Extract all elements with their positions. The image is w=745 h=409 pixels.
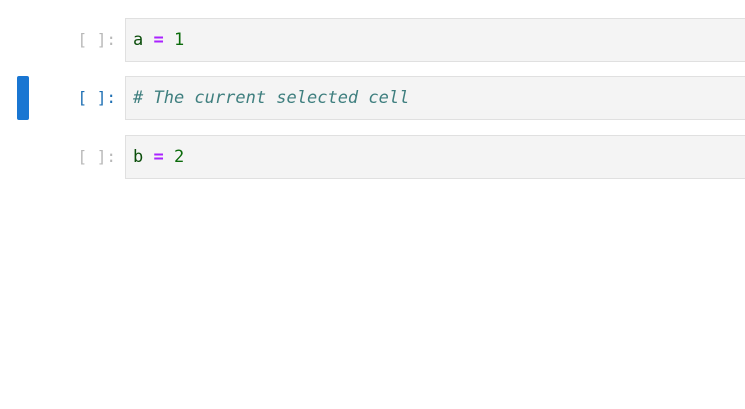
input-prompt: [ ]: — [77, 30, 116, 49]
code-operator: = — [153, 30, 164, 50]
cell-editor[interactable]: # The current selected cell — [125, 76, 745, 120]
code-line: b = 2 — [133, 136, 184, 178]
cell-editor[interactable]: a = 1 — [125, 18, 745, 62]
notebook-panel: [ ]: a = 1 [ ]: # The current selected c… — [0, 0, 745, 409]
cell-collapser[interactable] — [17, 135, 29, 179]
code-line: a = 1 — [133, 19, 184, 61]
code-number: 1 — [174, 30, 185, 50]
code-line: # The current selected cell — [133, 77, 409, 119]
cell-collapser-active[interactable] — [17, 76, 29, 120]
code-variable: a — [133, 30, 144, 50]
cell-collapser[interactable] — [17, 18, 29, 62]
code-cell[interactable]: [ ]: b = 2 — [0, 135, 745, 179]
code-variable: b — [133, 147, 144, 167]
code-cell-selected[interactable]: [ ]: # The current selected cell — [0, 76, 745, 120]
code-number: 2 — [174, 147, 185, 167]
code-operator: = — [153, 147, 164, 167]
code-cell[interactable]: [ ]: a = 1 — [0, 18, 745, 62]
input-prompt: [ ]: — [77, 147, 116, 166]
code-comment: # The current selected cell — [133, 88, 410, 108]
cell-editor[interactable]: b = 2 — [125, 135, 745, 179]
input-prompt: [ ]: — [77, 88, 116, 107]
